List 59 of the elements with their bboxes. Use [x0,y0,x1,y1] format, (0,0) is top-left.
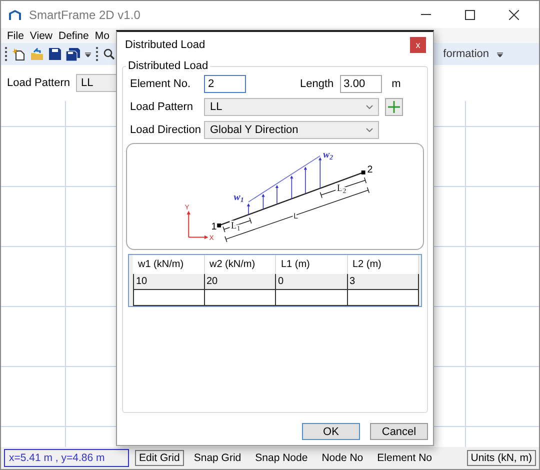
overflow-caret-icon[interactable] [85,51,91,57]
close-button[interactable]: x [410,37,426,53]
status-toggle[interactable]: Snap Node [251,450,312,466]
node-marker [361,170,366,174]
ok-button[interactable]: OK [302,423,360,440]
table-cell[interactable]: 10 [133,274,204,290]
table-cell[interactable]: 0 [276,274,348,290]
table-cell[interactable] [133,290,204,306]
load-pattern-dropdown[interactable]: LL [204,98,379,116]
menu-item[interactable]: File [7,30,24,42]
column-header: w1 (kN/m) [133,255,204,274]
status-toggle[interactable]: Node No [318,450,368,466]
group-title: Distributed Load [127,60,210,72]
length-field[interactable]: 3.00 [340,74,382,92]
table-cell[interactable] [204,290,276,306]
maximize-icon[interactable] [465,10,475,20]
units-button[interactable]: Units (kN, m) [466,450,536,466]
zoom-icon[interactable] [103,48,115,60]
field-label: Element No. [130,78,192,90]
field-label: Load Pattern [7,77,70,89]
overflow-caret-icon[interactable] [497,51,503,57]
element-number-field[interactable]: 2 [204,74,246,92]
status-toggle[interactable]: Edit Grid [135,450,184,466]
close-icon[interactable] [509,10,519,20]
new-file-icon[interactable] [12,48,25,60]
save-all-icon[interactable] [66,48,80,60]
coordinates-display: x=5.41 m , y=4.86 m [4,449,129,467]
menu-item[interactable]: Define [58,30,89,42]
load-direction-dropdown[interactable]: Global Y Direction [204,120,379,138]
column-header: L1 (m) [276,255,348,274]
add-button[interactable] [385,98,403,116]
plus-icon [388,100,400,112]
window-title: SmartFrame 2D v1.0 [29,8,142,22]
load-label: w$_{2}$ [323,150,334,162]
cancel-button[interactable]: Cancel [370,423,428,440]
column-header: L2 (m) [348,255,419,274]
axes-icon [186,210,208,240]
menu-item[interactable]: View [30,30,52,42]
status-toggle[interactable]: Snap Grid [190,450,246,466]
table-cell[interactable]: 20 [204,274,276,290]
field-label: Load Direction [130,124,198,136]
field-label: Length [300,78,334,90]
node-marker [217,223,222,228]
menu-item[interactable]: Mo [94,30,110,42]
toolbar-label[interactable]: formation [443,48,489,60]
dialog-title: Distributed Load [125,39,206,51]
status-toggle[interactable]: Element No [373,450,436,466]
open-folder-icon[interactable] [30,48,44,60]
save-icon[interactable] [49,48,61,60]
column-header: w2 (kN/m) [204,255,276,274]
load-label: w$_{1}$ [234,192,244,204]
node-label: 1 [211,221,217,232]
table-cell[interactable] [348,290,419,306]
app-logo-icon [9,10,21,20]
table-cell[interactable] [276,290,348,306]
field-label: Load Pattern [130,100,194,112]
node-label: 2 [367,164,373,176]
unit-label: m [392,78,401,90]
table-cell[interactable]: 3 [348,274,419,290]
